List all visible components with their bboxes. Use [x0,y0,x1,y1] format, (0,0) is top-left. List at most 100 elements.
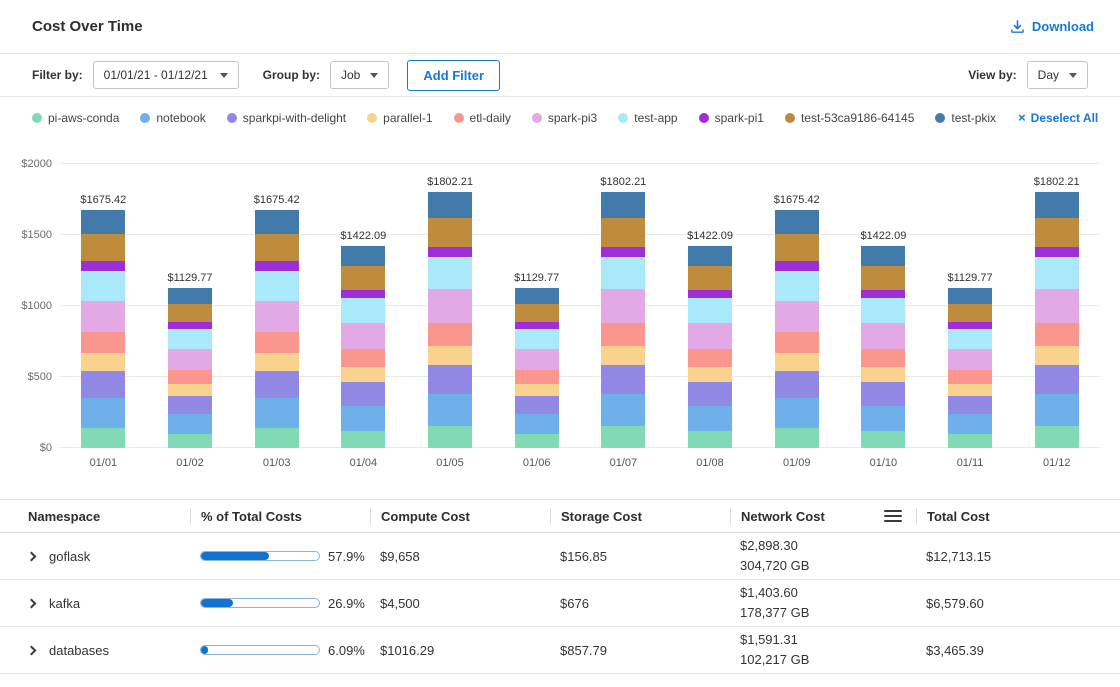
bar-segment-spark-pi3[interactable] [775,301,819,332]
bar-segment-etl-daily[interactable] [688,349,732,367]
bar-segment-notebook[interactable] [341,406,385,431]
bar-segment-sparkpi-with-delight[interactable] [1035,365,1079,394]
bar-segment-notebook[interactable] [1035,394,1079,426]
bar-segment-parallel-1[interactable] [861,367,905,382]
bar-segment-notebook[interactable] [428,394,472,426]
add-filter-button[interactable]: Add Filter [407,60,500,91]
legend-item-notebook[interactable]: notebook [140,111,205,125]
stacked-bar-01-07[interactable] [601,192,645,448]
bar-segment-sparkpi-with-delight[interactable] [428,365,472,394]
bar-segment-notebook[interactable] [948,414,992,434]
bar-segment-pi-aws-conda[interactable] [775,428,819,448]
legend-item-test-app[interactable]: test-app [618,111,677,125]
bar-segment-spark-pi3[interactable] [688,323,732,349]
bar-segment-notebook[interactable] [168,414,212,434]
bar-segment-spark-pi3[interactable] [861,323,905,349]
bar-segment-pi-aws-conda[interactable] [341,431,385,448]
bar-segment-sparkpi-with-delight[interactable] [341,382,385,405]
bar-segment-spark-pi1[interactable] [861,290,905,298]
bar-segment-pi-aws-conda[interactable] [861,431,905,448]
bar-segment-spark-pi1[interactable] [255,261,299,271]
group-by-select[interactable]: Job [330,61,389,89]
bar-segment-pi-aws-conda[interactable] [688,431,732,448]
bar-segment-etl-daily[interactable] [81,332,125,353]
bar-segment-pi-aws-conda[interactable] [428,426,472,448]
stacked-bar-01-12[interactable] [1035,192,1079,448]
date-range-select[interactable]: 01/01/21 - 01/12/21 [93,61,239,89]
bar-segment-test-pkix[interactable] [861,246,905,266]
column-settings-icon[interactable] [884,510,902,522]
bar-segment-etl-daily[interactable] [515,370,559,384]
bar-segment-etl-daily[interactable] [168,370,212,384]
legend-item-etl-daily[interactable]: etl-daily [454,111,511,125]
bar-segment-parallel-1[interactable] [255,353,299,371]
bar-segment-parallel-1[interactable] [341,367,385,382]
bar-segment-spark-pi3[interactable] [255,301,299,332]
bar-segment-pi-aws-conda[interactable] [255,428,299,448]
legend-item-test-pkix[interactable]: test-pkix [935,111,996,125]
legend-item-spark-pi3[interactable]: spark-pi3 [532,111,597,125]
chevron-right-icon[interactable] [27,598,37,608]
stacked-bar-01-05[interactable] [428,192,472,448]
legend-item-test-53ca9186-64145[interactable]: test-53ca9186-64145 [785,111,914,125]
bar-segment-sparkpi-with-delight[interactable] [601,365,645,394]
stacked-bar-01-03[interactable] [255,210,299,448]
bar-segment-spark-pi1[interactable] [428,247,472,257]
bar-segment-test-app[interactable] [428,257,472,289]
bar-segment-test-53ca9186-64145[interactable] [948,304,992,322]
bar-segment-notebook[interactable] [81,398,125,428]
bar-segment-spark-pi3[interactable] [948,349,992,370]
bar-segment-test-app[interactable] [861,298,905,323]
bar-segment-spark-pi1[interactable] [775,261,819,271]
stacked-bar-01-01[interactable] [81,210,125,448]
bar-segment-test-pkix[interactable] [688,246,732,266]
chevron-right-icon[interactable] [27,551,37,561]
bar-segment-parallel-1[interactable] [601,346,645,365]
bar-segment-test-53ca9186-64145[interactable] [688,266,732,289]
bar-segment-spark-pi1[interactable] [601,247,645,257]
bar-segment-etl-daily[interactable] [948,370,992,384]
bar-segment-pi-aws-conda[interactable] [168,434,212,448]
bar-segment-spark-pi3[interactable] [168,349,212,370]
bar-segment-parallel-1[interactable] [775,353,819,371]
bar-segment-etl-daily[interactable] [428,323,472,346]
bar-segment-spark-pi1[interactable] [81,261,125,271]
bar-segment-test-app[interactable] [775,271,819,301]
legend-item-spark-pi1[interactable]: spark-pi1 [699,111,764,125]
bar-segment-test-pkix[interactable] [341,246,385,266]
stacked-bar-01-06[interactable] [515,288,559,448]
stacked-bar-01-08[interactable] [688,246,732,448]
bar-segment-test-app[interactable] [601,257,645,289]
bar-segment-spark-pi3[interactable] [1035,289,1079,322]
stacked-bar-01-11[interactable] [948,288,992,448]
bar-segment-sparkpi-with-delight[interactable] [948,396,992,414]
bar-segment-spark-pi1[interactable] [688,290,732,298]
bar-segment-test-pkix[interactable] [775,210,819,234]
bar-segment-test-app[interactable] [1035,257,1079,289]
bar-segment-test-pkix[interactable] [428,192,472,218]
bar-segment-test-app[interactable] [341,298,385,323]
bar-segment-test-pkix[interactable] [255,210,299,234]
bar-segment-spark-pi3[interactable] [515,349,559,370]
bar-segment-etl-daily[interactable] [861,349,905,367]
chevron-right-icon[interactable] [27,645,37,655]
bar-segment-sparkpi-with-delight[interactable] [515,396,559,414]
bar-segment-notebook[interactable] [861,406,905,431]
bar-segment-test-pkix[interactable] [168,288,212,304]
bar-segment-test-app[interactable] [948,329,992,349]
download-button[interactable]: Download [1010,19,1094,34]
bar-segment-sparkpi-with-delight[interactable] [81,371,125,398]
deselect-all-button[interactable]: × Deselect All [1018,110,1098,125]
bar-segment-parallel-1[interactable] [1035,346,1079,365]
legend-item-sparkpi-with-delight[interactable]: sparkpi-with-delight [227,111,346,125]
bar-segment-etl-daily[interactable] [341,349,385,367]
bar-segment-sparkpi-with-delight[interactable] [168,396,212,414]
bar-segment-parallel-1[interactable] [688,367,732,382]
bar-segment-parallel-1[interactable] [81,353,125,371]
bar-segment-test-53ca9186-64145[interactable] [168,304,212,322]
bar-segment-pi-aws-conda[interactable] [948,434,992,448]
bar-segment-parallel-1[interactable] [428,346,472,365]
bar-segment-test-53ca9186-64145[interactable] [775,234,819,261]
bar-segment-spark-pi3[interactable] [601,289,645,322]
bar-segment-sparkpi-with-delight[interactable] [255,371,299,398]
